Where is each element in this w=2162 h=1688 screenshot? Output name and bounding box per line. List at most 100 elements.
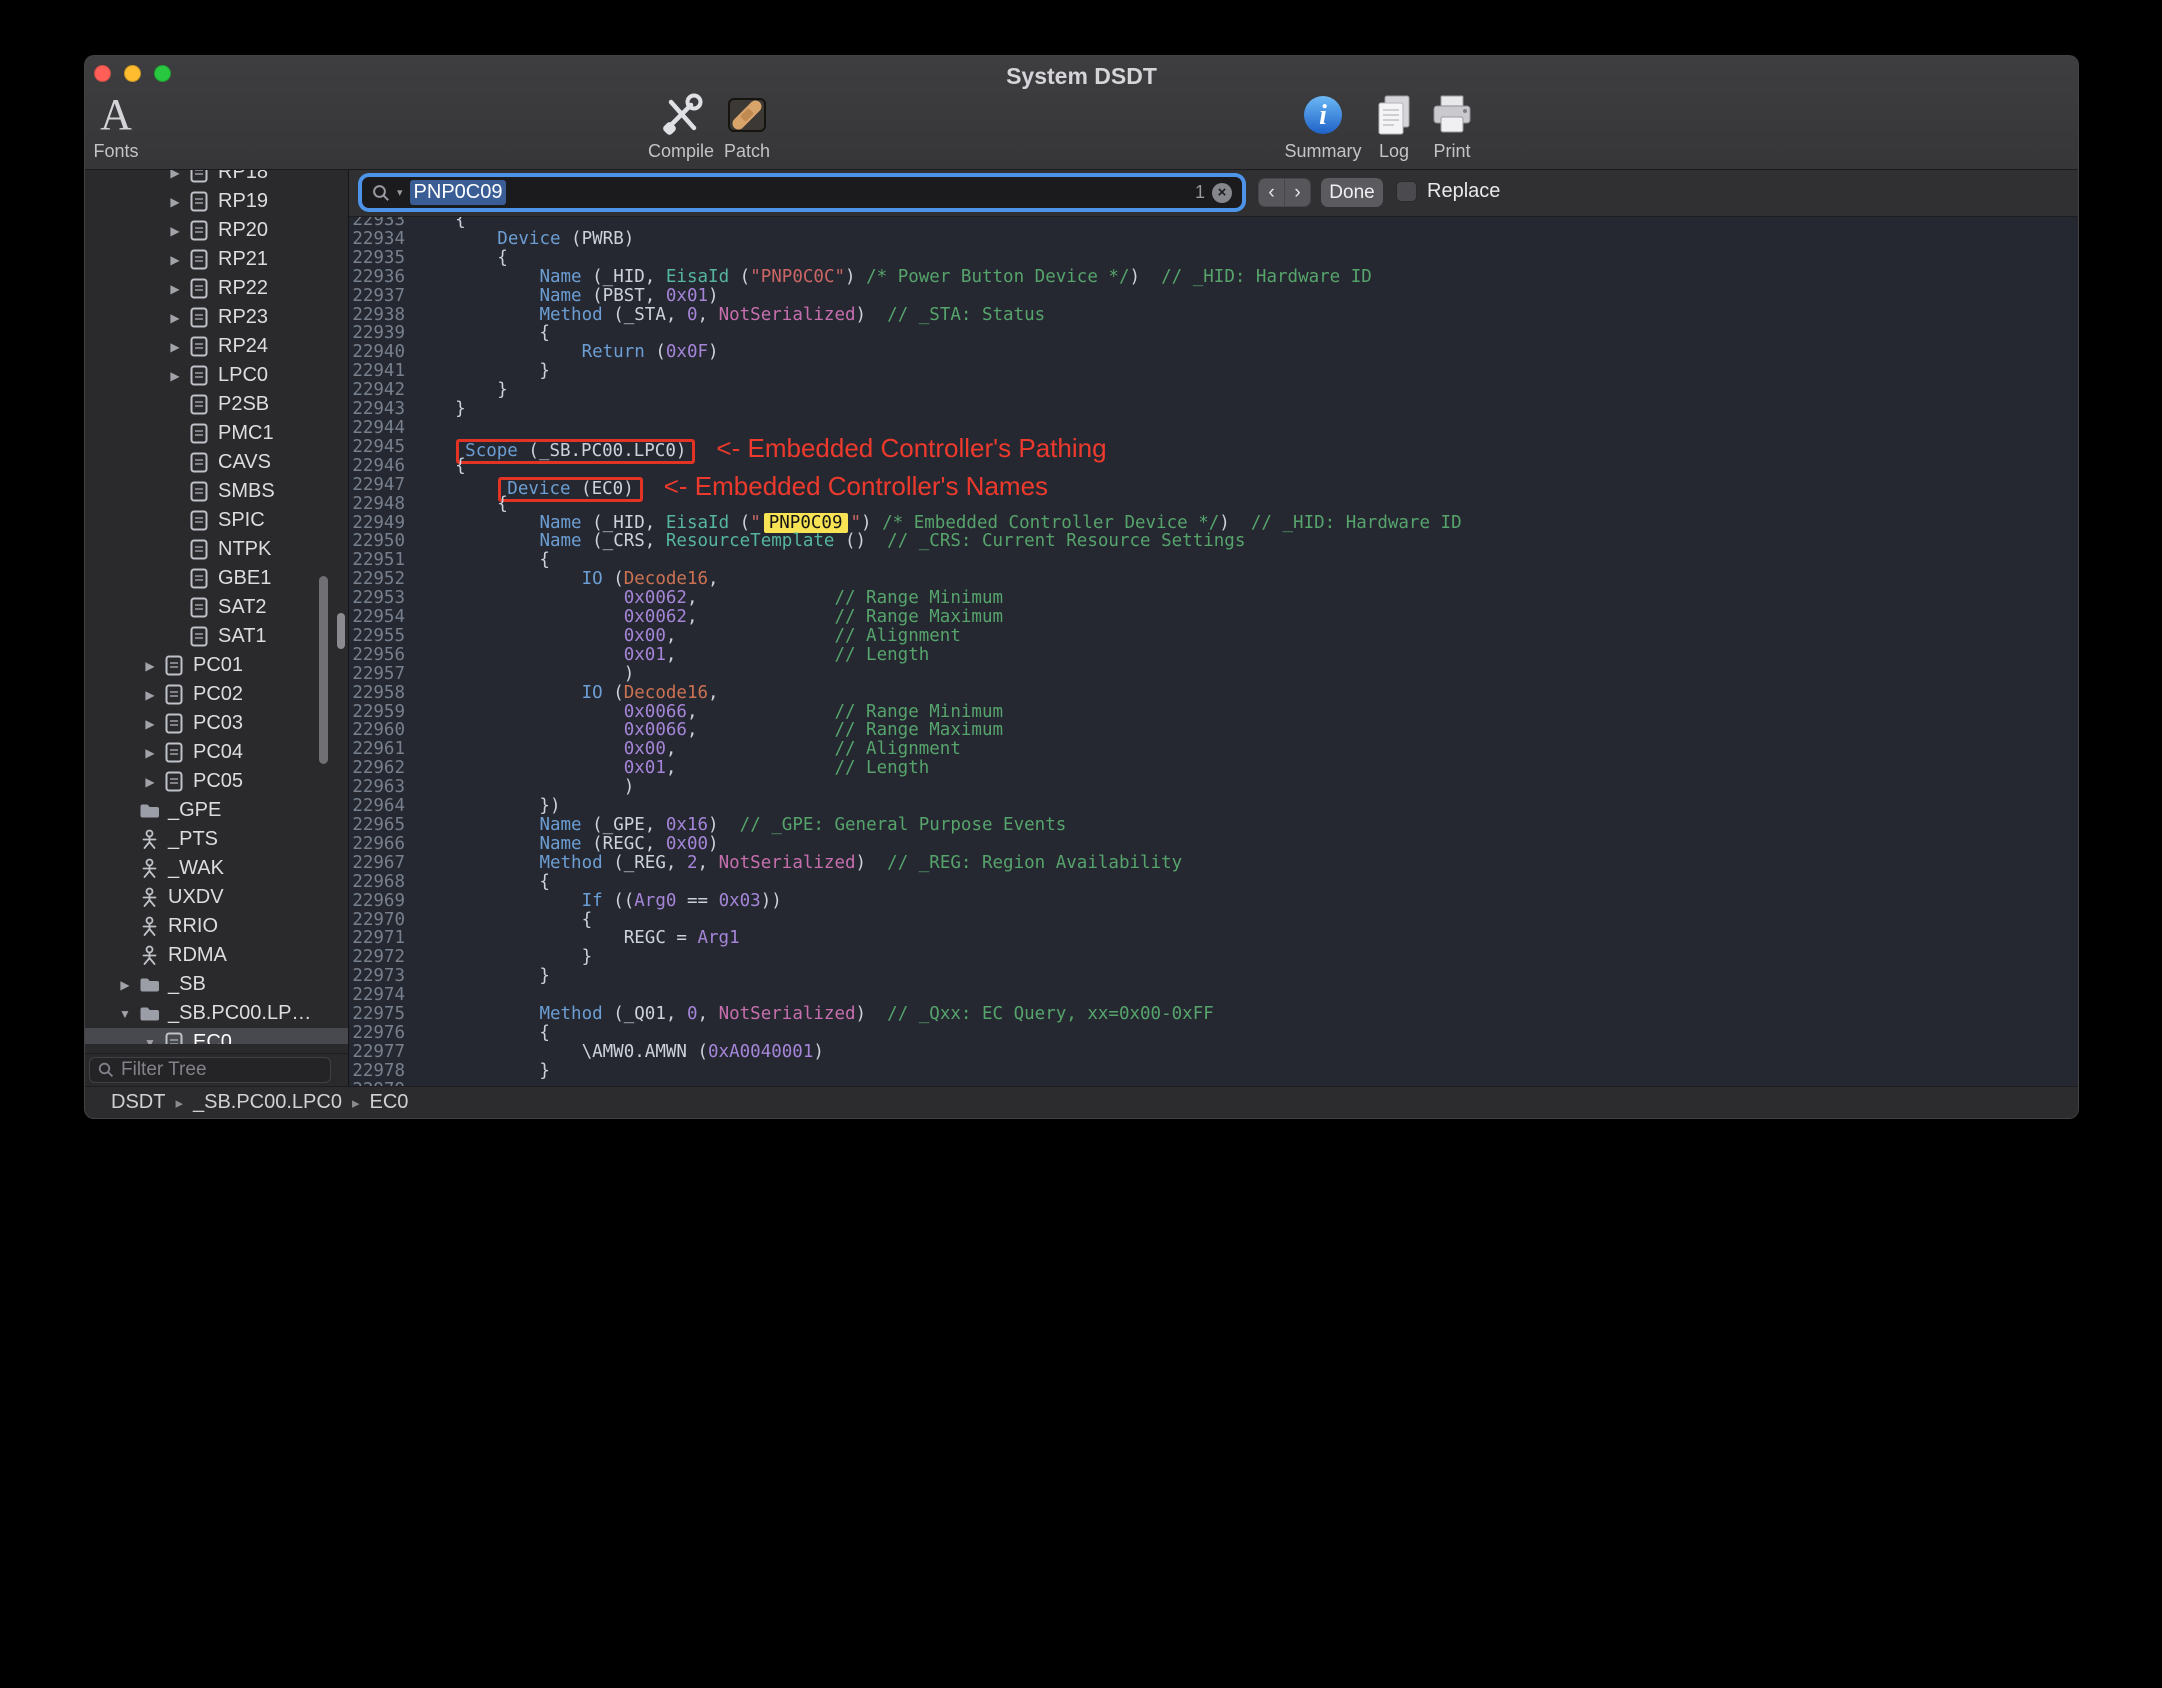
find-bar: ▾ PNP0C09 1 × ‹ › Done Replace <box>349 170 2078 217</box>
tree-item-label: RP23 <box>218 306 269 328</box>
breadcrumb-item[interactable]: EC0 <box>370 1091 409 1114</box>
tree-item-smbs[interactable]: SMBS <box>85 477 348 506</box>
tree-item-label: PC03 <box>193 712 244 734</box>
device-icon <box>161 771 187 792</box>
sidebar-scrollbar[interactable] <box>319 576 328 764</box>
line-number: 22969 <box>352 890 405 911</box>
disclosure-triangle-icon[interactable]: ▶ <box>114 978 136 992</box>
device-icon <box>186 170 212 183</box>
device-icon <box>161 742 187 763</box>
annotation-text: <- Embedded Controller's Names <box>663 470 1049 501</box>
disclosure-triangle-icon[interactable]: ▼ <box>114 1007 136 1021</box>
line-number: 22971 <box>352 928 405 949</box>
search-icon <box>372 184 390 202</box>
code-editor[interactable]: 22933 {22934 Device (PWRB) 22935 {22936 N… <box>349 217 2078 1087</box>
breadcrumb-separator: ▸ <box>175 1094 183 1112</box>
tree-item-pc02[interactable]: ▶ PC02 <box>85 680 348 709</box>
tree-item-spic[interactable]: SPIC <box>85 506 348 535</box>
tree-item-rrio[interactable]: RRIO <box>85 912 348 941</box>
tree-item-rp21[interactable]: ▶ RP21 <box>85 245 348 274</box>
tree-item-_gpe[interactable]: _GPE <box>85 796 348 825</box>
code-line: 22950 Name (_CRS, ResourceTemplate () //… <box>349 532 2078 551</box>
line-number: 22941 <box>352 361 405 382</box>
disclosure-triangle-icon[interactable]: ▶ <box>139 659 161 673</box>
disclosure-triangle-icon[interactable]: ▼ <box>139 1036 161 1045</box>
next-match-button[interactable]: › <box>1284 179 1310 206</box>
tree-item-label: P2SB <box>218 393 270 415</box>
code-line: 22977 \AMW0.AMWN (0xA0040001) <box>349 1042 2078 1062</box>
line-number: 22938 <box>352 304 405 325</box>
tree-item-_wak[interactable]: _WAK <box>85 854 348 883</box>
disclosure-triangle-icon[interactable]: ▶ <box>164 224 186 238</box>
tree-item-pmc1[interactable]: PMC1 <box>85 419 348 448</box>
tree-item-rp23[interactable]: ▶ RP23 <box>85 303 348 332</box>
tree-item-pc03[interactable]: ▶ PC03 <box>85 709 348 738</box>
disclosure-triangle-icon[interactable]: ▶ <box>164 311 186 325</box>
tree-item-_sbpc00lp[interactable]: ▼ _SB.PC00.LP… <box>85 999 348 1028</box>
tree-item-cavs[interactable]: CAVS <box>85 448 348 477</box>
breadcrumb-item[interactable]: _SB.PC00.LPC0 <box>193 1091 342 1114</box>
tree-item-sat1[interactable]: SAT1 <box>85 622 348 651</box>
previous-match-button[interactable]: ‹ <box>1259 179 1284 206</box>
tree-item-pc01[interactable]: ▶ PC01 <box>85 651 348 680</box>
tree-item-sat2[interactable]: SAT2 <box>85 593 348 622</box>
tree-item-_pts[interactable]: _PTS <box>85 825 348 854</box>
breadcrumb-item[interactable]: DSDT <box>111 1091 165 1114</box>
sidebar-scrollbar-nub[interactable] <box>337 613 345 649</box>
tree-item-pc05[interactable]: ▶ PC05 <box>85 767 348 796</box>
tree-item-pc04[interactable]: ▶ PC04 <box>85 738 348 767</box>
tree-item-rp22[interactable]: ▶ RP22 <box>85 274 348 303</box>
line-number: 22940 <box>352 342 405 363</box>
tree-item-rdma[interactable]: RDMA <box>85 941 348 970</box>
tree-item-rp24[interactable]: ▶ RP24 <box>85 332 348 361</box>
line-number: 22950 <box>352 531 405 552</box>
device-icon <box>186 249 212 270</box>
tree-item-label: PC01 <box>193 654 244 676</box>
replace-label: Replace <box>1427 180 1501 202</box>
code-line: 22961 0x00, // Alignment <box>349 740 2078 759</box>
sidebar-tree: ▶ RP18 ▶ RP19 ▶ RP20 ▶ RP21 ▶ RP22 ▶ RP23 ▶ RP24 ▶ LPC0… <box>85 170 348 1044</box>
tree-item-p2sb[interactable]: P2SB <box>85 390 348 419</box>
disclosure-triangle-icon[interactable]: ▶ <box>164 170 186 180</box>
tree-item-rp18[interactable]: ▶ RP18 <box>85 170 348 187</box>
disclosure-triangle-icon[interactable]: ▶ <box>164 195 186 209</box>
disclosure-triangle-icon[interactable]: ▶ <box>139 717 161 731</box>
disclosure-triangle-icon[interactable]: ▶ <box>139 746 161 760</box>
code-line: 22946 { <box>349 456 2078 476</box>
tree-item-lpc0[interactable]: ▶ LPC0 <box>85 361 348 390</box>
replace-checkbox[interactable] <box>1396 181 1417 202</box>
find-input[interactable]: ▾ PNP0C09 1 × <box>362 177 1242 208</box>
zoom-button[interactable] <box>154 65 171 82</box>
patch-icon <box>692 90 802 140</box>
disclosure-triangle-icon[interactable]: ▶ <box>164 369 186 383</box>
tree-item-ntpk[interactable]: NTPK <box>85 535 348 564</box>
fonts-button[interactable]: A Fonts <box>85 90 171 162</box>
tree-item-rp20[interactable]: ▶ RP20 <box>85 216 348 245</box>
disclosure-triangle-icon[interactable]: ▶ <box>164 282 186 296</box>
tree-item-label: NTPK <box>218 538 272 560</box>
done-button[interactable]: Done <box>1321 178 1383 207</box>
disclosure-triangle-icon[interactable]: ▶ <box>139 775 161 789</box>
tree-item-uxdv[interactable]: UXDV <box>85 883 348 912</box>
disclosure-triangle-icon[interactable]: ▶ <box>164 253 186 267</box>
tree-item-ec0[interactable]: ▼ EC0 <box>85 1028 348 1044</box>
close-button[interactable] <box>94 65 111 82</box>
clear-search-button[interactable]: × <box>1212 182 1232 203</box>
method-icon <box>136 945 162 966</box>
code-lines: 22933 {22934 Device (PWRB) 22935 {22936 N… <box>349 217 2078 1087</box>
code-line: 22960 0x0066, // Range Maximum <box>349 721 2078 740</box>
device-icon <box>186 191 212 212</box>
patch-button[interactable]: Patch <box>692 90 802 162</box>
tree-item-gbe1[interactable]: GBE1 <box>85 564 348 593</box>
disclosure-triangle-icon[interactable]: ▶ <box>164 340 186 354</box>
filter-tree-input[interactable]: Filter Tree <box>89 1057 331 1083</box>
disclosure-triangle-icon[interactable]: ▶ <box>139 688 161 702</box>
code-line: 22967 Method (_REG, 2, NotSerialized) //… <box>349 853 2078 873</box>
code-line: 22952 IO (Decode16, <box>349 570 2078 589</box>
tree-item-rp19[interactable]: ▶ RP19 <box>85 187 348 216</box>
tree-item-_sb[interactable]: ▶ _SB <box>85 970 348 999</box>
minimize-button[interactable] <box>124 65 141 82</box>
print-button[interactable]: Print <box>1397 90 1507 162</box>
tree-item-label: RP18 <box>218 170 269 183</box>
tree-item-label: _GPE <box>168 799 222 821</box>
